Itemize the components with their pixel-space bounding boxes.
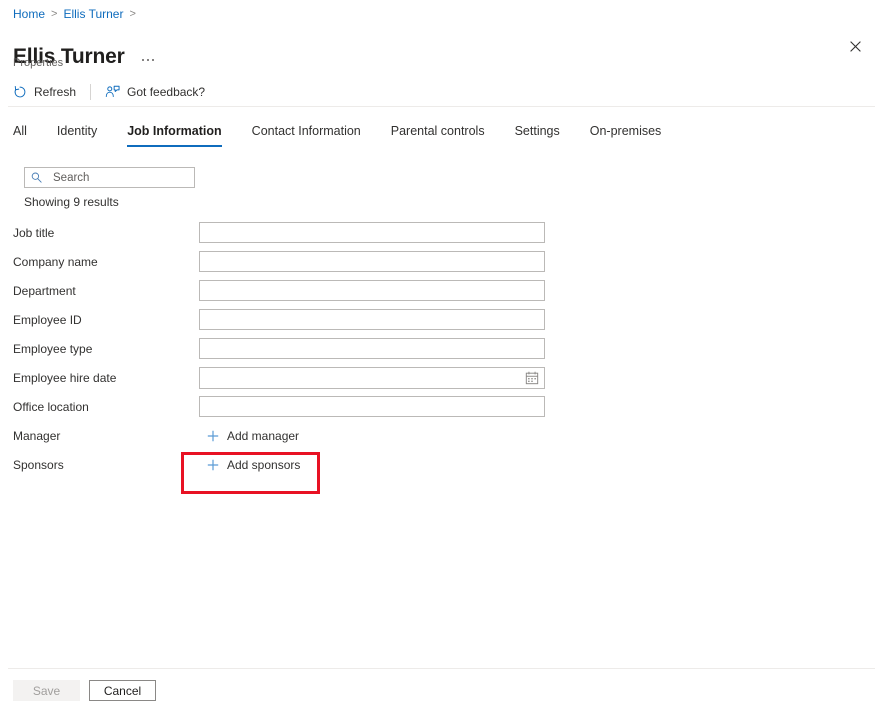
tab-job-information[interactable]: Job Information	[127, 121, 221, 147]
job-information-form: Job title Company name Department Employ…	[0, 218, 883, 479]
breadcrumb-separator-icon: >	[129, 6, 135, 22]
feedback-person-icon	[105, 85, 120, 99]
form-row-department: Department	[0, 276, 883, 305]
form-row-employee-type: Employee type	[0, 334, 883, 363]
label-office-location: Office location	[13, 399, 89, 415]
properties-panel: Home > Ellis Turner > Ellis Turner Prope…	[0, 0, 883, 714]
command-bar-divider-line	[8, 106, 875, 107]
form-row-manager: Manager Add manager	[0, 421, 883, 450]
tab-all[interactable]: All	[13, 121, 27, 147]
search-input[interactable]	[53, 172, 173, 184]
refresh-label: Refresh	[34, 85, 76, 99]
tab-on-premises[interactable]: On-premises	[590, 121, 662, 147]
label-job-title: Job title	[13, 225, 54, 241]
input-department[interactable]	[199, 280, 545, 301]
label-manager: Manager	[13, 428, 60, 444]
command-bar: Refresh Got feedback?	[13, 82, 205, 102]
calendar-icon[interactable]	[522, 370, 542, 386]
breadcrumb-item-home[interactable]: Home	[13, 6, 45, 22]
page-subtitle: Properties	[13, 56, 63, 70]
add-manager-button[interactable]: Add manager	[203, 425, 303, 447]
input-employee-id[interactable]	[199, 309, 545, 330]
form-row-employee-id: Employee ID	[0, 305, 883, 334]
label-department: Department	[13, 283, 76, 299]
breadcrumb-item-ellis-turner[interactable]: Ellis Turner	[63, 6, 123, 22]
refresh-button[interactable]: Refresh	[13, 82, 76, 102]
tab-settings[interactable]: Settings	[515, 121, 560, 147]
search-box[interactable]	[24, 167, 195, 188]
form-row-company-name: Company name	[0, 247, 883, 276]
tab-bar: All Identity Job Information Contact Inf…	[13, 121, 691, 151]
label-sponsors: Sponsors	[13, 457, 64, 473]
plus-icon	[207, 459, 219, 471]
footer-divider-line	[8, 668, 875, 669]
tab-contact-information[interactable]: Contact Information	[252, 121, 361, 147]
close-icon[interactable]	[841, 32, 869, 60]
form-row-job-title: Job title	[0, 218, 883, 247]
more-actions-ellipsis-icon[interactable]	[139, 57, 157, 63]
form-row-office-location: Office location	[0, 392, 883, 421]
plus-icon	[207, 430, 219, 442]
label-company-name: Company name	[13, 254, 98, 270]
cancel-button[interactable]: Cancel	[89, 680, 156, 701]
search-icon	[31, 172, 42, 183]
form-row-employee-hire-date: Employee hire date	[0, 363, 883, 392]
add-sponsors-label: Add sponsors	[227, 458, 300, 472]
got-feedback-button[interactable]: Got feedback?	[105, 82, 205, 102]
add-sponsors-button[interactable]: Add sponsors	[203, 454, 304, 476]
results-count: Showing 9 results	[24, 194, 119, 210]
tab-parental-controls[interactable]: Parental controls	[391, 121, 485, 147]
refresh-icon	[13, 85, 27, 99]
breadcrumb: Home > Ellis Turner >	[13, 6, 142, 22]
form-row-sponsors: Sponsors Add sponsors	[0, 450, 883, 479]
input-job-title[interactable]	[199, 222, 545, 243]
input-employee-hire-date[interactable]	[199, 367, 545, 389]
label-employee-hire-date: Employee hire date	[13, 370, 116, 386]
add-manager-label: Add manager	[227, 429, 299, 443]
input-company-name[interactable]	[199, 251, 545, 272]
footer-actions: Save Cancel	[13, 680, 156, 701]
breadcrumb-separator-icon: >	[51, 6, 57, 22]
date-field-wrapper	[199, 367, 545, 389]
label-employee-id: Employee ID	[13, 312, 82, 328]
tab-identity[interactable]: Identity	[57, 121, 97, 147]
input-employee-type[interactable]	[199, 338, 545, 359]
label-employee-type: Employee type	[13, 341, 92, 357]
save-button[interactable]: Save	[13, 680, 80, 701]
input-office-location[interactable]	[199, 396, 545, 417]
got-feedback-label: Got feedback?	[127, 85, 205, 99]
command-bar-divider	[90, 84, 91, 100]
